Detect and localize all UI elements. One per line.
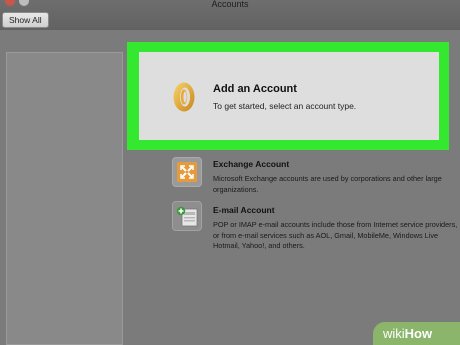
watermark-wiki: wiki bbox=[383, 326, 405, 341]
title-bar: Accounts Show All bbox=[0, 0, 460, 30]
email-account-title[interactable]: E-mail Account bbox=[213, 205, 275, 215]
wikihow-watermark: wikiHow bbox=[373, 322, 460, 345]
exchange-icon[interactable] bbox=[172, 157, 202, 187]
email-icon[interactable] bbox=[172, 201, 202, 231]
exchange-account-title[interactable]: Exchange Account bbox=[213, 159, 289, 169]
email-account-description: POP or IMAP e-mail accounts include thos… bbox=[213, 220, 458, 250]
show-all-button[interactable]: Show All bbox=[2, 12, 49, 28]
exchange-account-description: Microsoft Exchange accounts are used by … bbox=[213, 174, 442, 194]
add-account-title: Add an Account bbox=[213, 83, 297, 95]
add-account-subtitle: To get started, select an account type. bbox=[213, 101, 357, 111]
outlook-icon bbox=[173, 82, 195, 112]
accounts-sidebar[interactable] bbox=[6, 52, 123, 345]
watermark-how: How bbox=[404, 326, 433, 341]
window-title: Accounts bbox=[211, 0, 249, 9]
